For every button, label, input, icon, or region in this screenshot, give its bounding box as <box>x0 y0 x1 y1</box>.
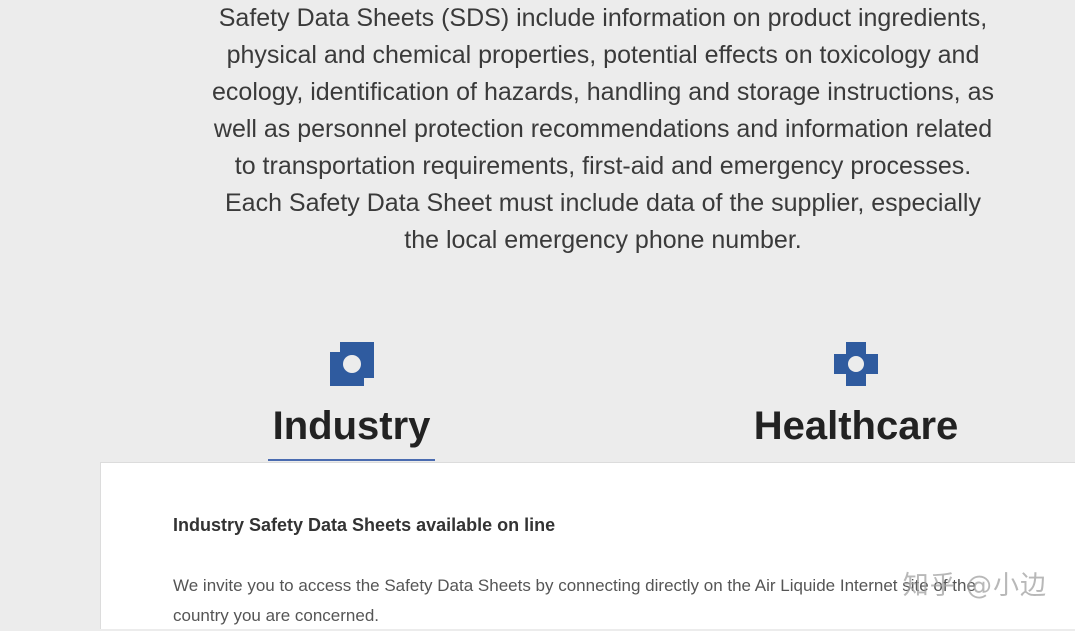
panel-title: Industry Safety Data Sheets available on… <box>173 515 556 535</box>
watermark: 知乎 @小边 <box>902 571 1047 601</box>
intro-paragraph-1: Safety Data Sheets (SDS) include informa… <box>212 4 994 180</box>
intro-paragraph-2: Each Safety Data Sheet must include data… <box>224 189 981 254</box>
intro-text: Safety Data Sheets (SDS) include informa… <box>205 0 1001 259</box>
healthcare-cross-icon <box>834 342 878 386</box>
tab-healthcare-label: Healthcare <box>753 404 959 448</box>
tab-industry-label: Industry <box>272 404 431 448</box>
tab-industry[interactable]: Industry <box>268 340 435 461</box>
tab-content-panel: Industry Safety Data Sheets available on… <box>100 462 1075 629</box>
industry-icon <box>329 342 374 386</box>
active-tab-underline <box>268 459 435 461</box>
tab-healthcare[interactable]: Healthcare <box>750 340 962 450</box>
